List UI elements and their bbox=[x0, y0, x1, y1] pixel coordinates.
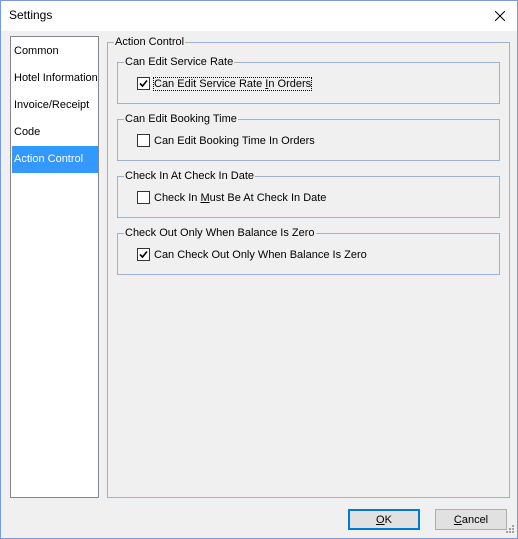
checkbox-label: Can Edit Booking Time In Orders bbox=[154, 134, 315, 147]
resize-grip-icon[interactable] bbox=[503, 524, 515, 536]
group-title: Can Edit Booking Time bbox=[124, 113, 238, 126]
nav-item-code[interactable]: Code bbox=[12, 119, 98, 146]
close-icon bbox=[495, 11, 505, 21]
group-title: Can Edit Service Rate bbox=[124, 56, 235, 69]
group-can-edit-booking-time: Can Edit Booking Time Can Edit Booking T… bbox=[117, 113, 500, 161]
can-check-out-balance-zero-checkbox[interactable]: Can Check Out Only When Balance Is Zero bbox=[137, 248, 367, 261]
checkbox-label: Can Edit Service Rate In Orders bbox=[152, 76, 313, 91]
ok-button[interactable]: OK bbox=[348, 509, 420, 530]
checkbox-box[interactable] bbox=[137, 77, 150, 90]
check-in-must-be-at-date-checkbox[interactable]: Check In Must Be At Check In Date bbox=[137, 191, 326, 204]
settings-nav-list[interactable]: Common Hotel Information Invoice/Receipt… bbox=[10, 36, 99, 498]
group-can-edit-service-rate: Can Edit Service Rate Can Edit Service R… bbox=[117, 56, 500, 104]
group-check-in-at-check-in-date: Check In At Check In Date Check In Must … bbox=[117, 170, 500, 218]
window-title: Settings bbox=[9, 8, 53, 22]
nav-item-action-control[interactable]: Action Control bbox=[12, 146, 98, 173]
checkmark-icon bbox=[139, 250, 148, 259]
group-check-out-balance-zero: Check Out Only When Balance Is Zero Can … bbox=[117, 227, 500, 275]
nav-item-common[interactable]: Common bbox=[12, 38, 98, 65]
cancel-button[interactable]: Cancel bbox=[435, 509, 507, 530]
nav-item-hotel-information[interactable]: Hotel Information bbox=[12, 65, 98, 92]
can-edit-service-rate-checkbox[interactable]: Can Edit Service Rate In Orders bbox=[137, 76, 313, 91]
can-edit-booking-time-checkbox[interactable]: Can Edit Booking Time In Orders bbox=[137, 134, 315, 147]
checkbox-box[interactable] bbox=[137, 134, 150, 147]
group-title: Check In At Check In Date bbox=[124, 170, 256, 183]
checkbox-label: Can Check Out Only When Balance Is Zero bbox=[154, 248, 367, 261]
group-title: Check Out Only When Balance Is Zero bbox=[124, 227, 316, 240]
action-control-group: Action Control Can Edit Service Rate Can… bbox=[107, 36, 510, 498]
action-control-title: Action Control bbox=[114, 36, 186, 49]
close-button[interactable] bbox=[483, 1, 517, 31]
settings-window: Settings Common Hotel Information Invoic… bbox=[0, 0, 518, 539]
checkbox-label: Check In Must Be At Check In Date bbox=[154, 191, 327, 204]
nav-item-invoice-receipt[interactable]: Invoice/Receipt bbox=[12, 92, 98, 119]
title-bar: Settings bbox=[1, 1, 517, 31]
checkbox-box[interactable] bbox=[137, 248, 150, 261]
checkbox-box[interactable] bbox=[137, 191, 150, 204]
checkmark-icon bbox=[139, 79, 148, 88]
